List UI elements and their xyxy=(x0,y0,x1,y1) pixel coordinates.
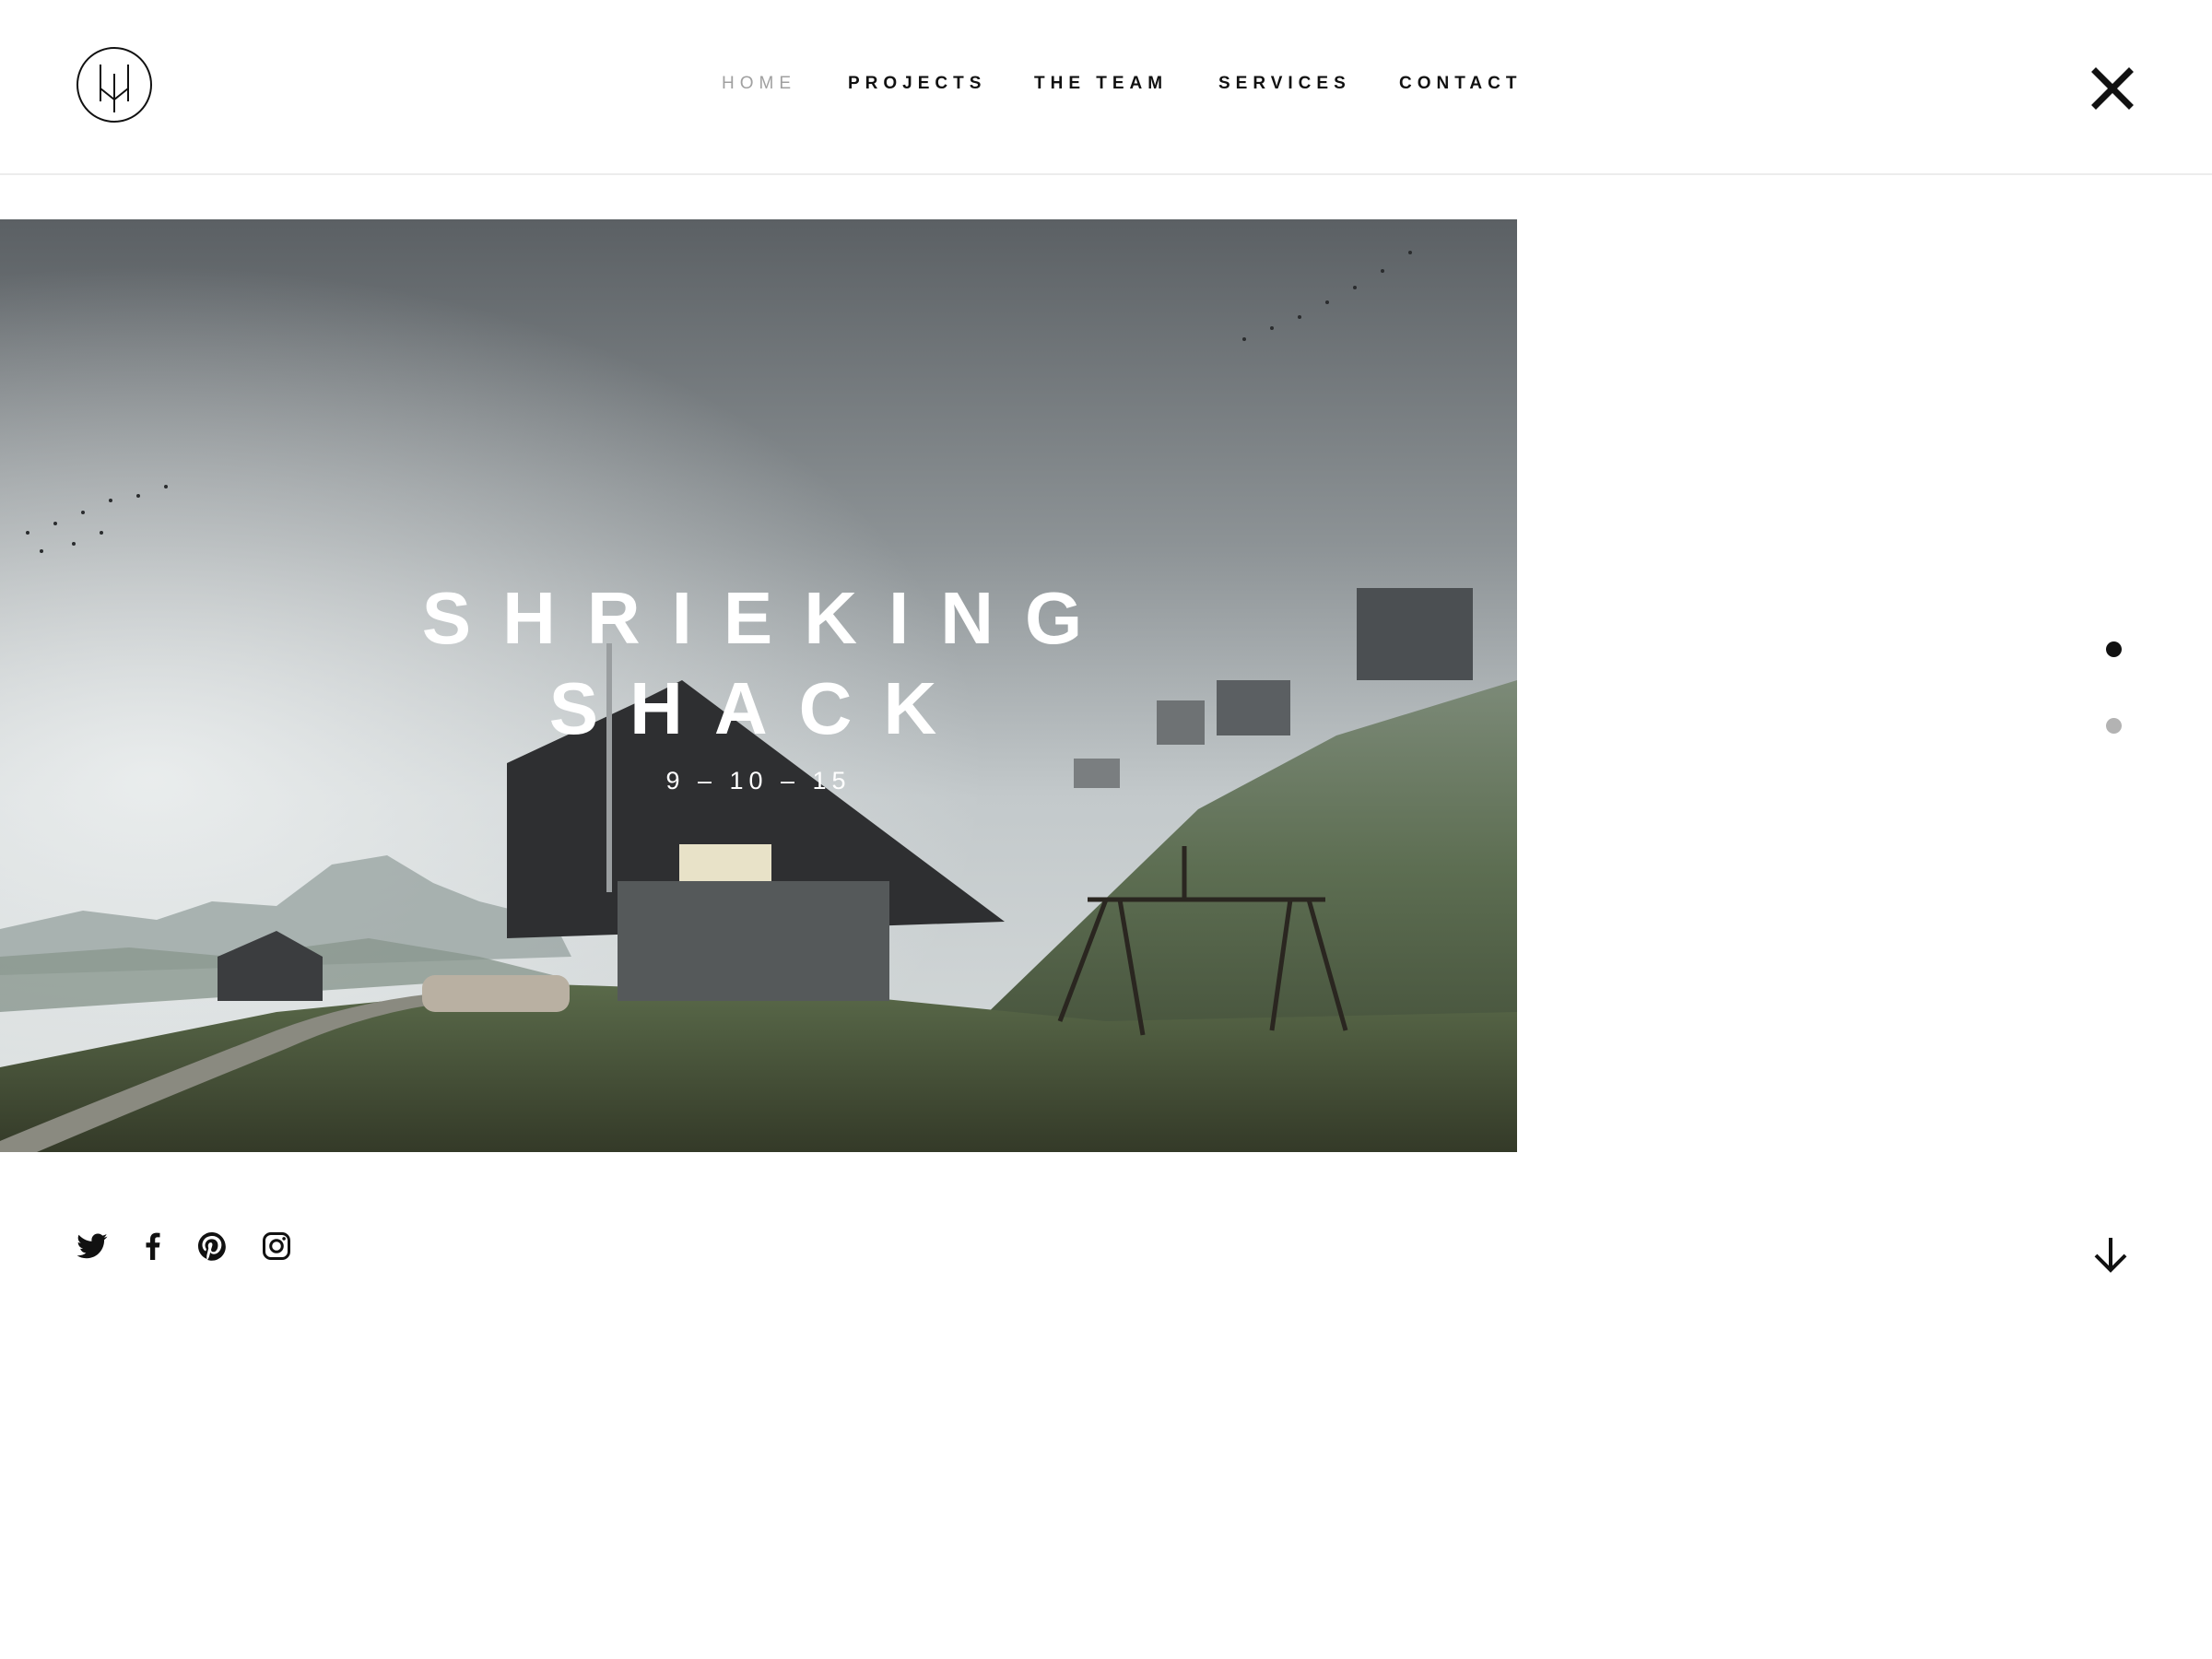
site-header: HOME PROJECTS THE TEAM SERVICES CONTACT xyxy=(0,0,2212,175)
nav-projects[interactable]: PROJECTS xyxy=(848,74,986,94)
slide-dot-2[interactable] xyxy=(2106,718,2122,734)
nav-home[interactable]: HOME xyxy=(722,74,796,94)
facebook-icon[interactable] xyxy=(136,1230,170,1263)
project-date: 9 – 10 – 15 xyxy=(665,767,852,794)
nav-contact[interactable]: CONTACT xyxy=(1399,74,1522,94)
pinterest-icon[interactable] xyxy=(195,1230,229,1263)
close-icon[interactable] xyxy=(2090,66,2135,111)
project-title-line-1: SHRIEKING xyxy=(421,577,1114,659)
arrow-down-icon[interactable] xyxy=(2092,1235,2129,1274)
main-nav: HOME PROJECTS THE TEAM SERVICES CONTACT xyxy=(0,74,2212,101)
slide-dot-1[interactable] xyxy=(2106,641,2122,657)
nav-services[interactable]: SERVICES xyxy=(1218,74,1351,94)
project-title-line-2: SHACK xyxy=(548,667,969,749)
hero-slide[interactable]: SHRIEKING SHACK 9 – 10 – 15 xyxy=(0,219,1517,1152)
twitter-icon[interactable] xyxy=(76,1230,109,1263)
instagram-icon[interactable] xyxy=(260,1230,293,1263)
nav-the-team[interactable]: THE TEAM xyxy=(1034,74,1168,94)
project-title: SHRIEKING SHACK xyxy=(0,573,1517,754)
